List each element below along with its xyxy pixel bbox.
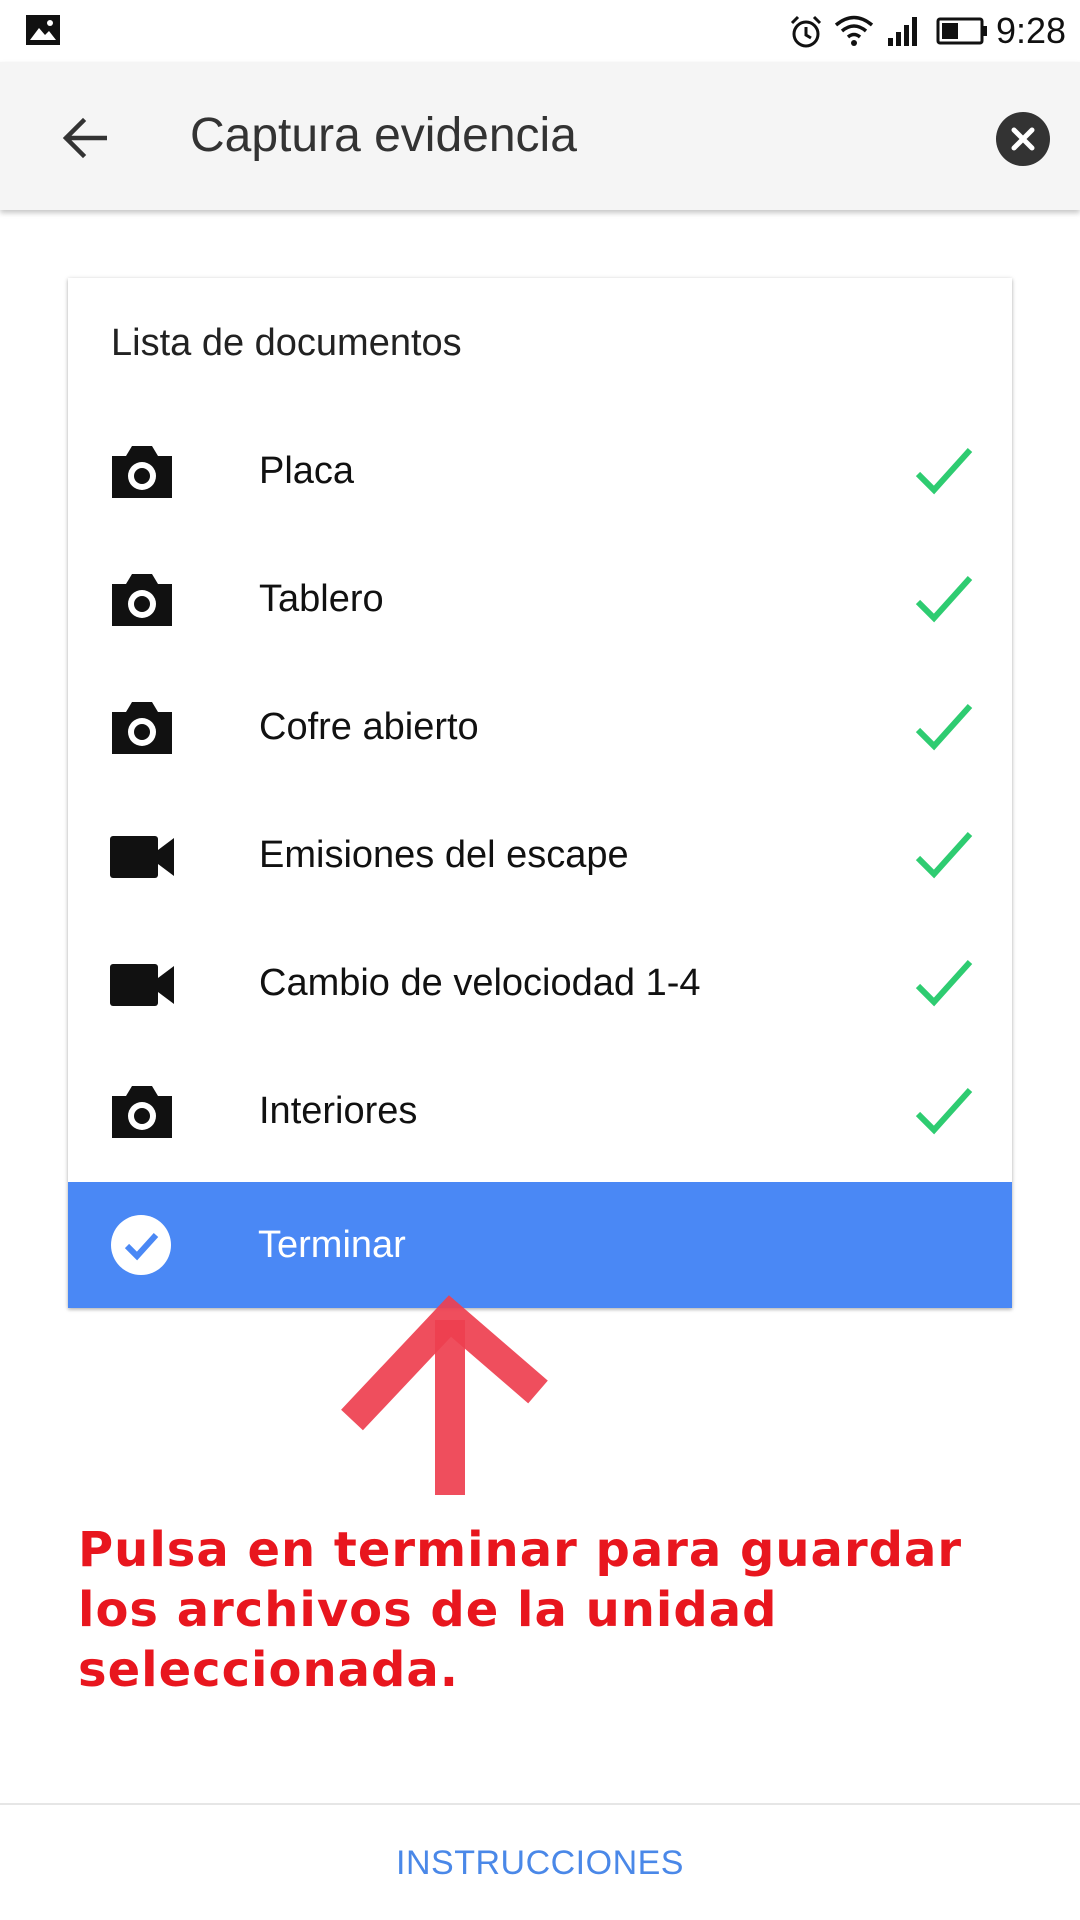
- status-bar: 9:28: [0, 0, 1080, 62]
- alarm-icon: [790, 15, 822, 48]
- check-icon: [915, 959, 973, 1007]
- camera-icon: [112, 702, 172, 754]
- document-item-interiores[interactable]: Interiores: [68, 1048, 1012, 1176]
- document-item-tablero[interactable]: Tablero: [68, 536, 1012, 664]
- video-camera-icon: [110, 836, 174, 878]
- close-button[interactable]: [996, 112, 1050, 166]
- camera-icon: [112, 446, 172, 498]
- camera-icon: [112, 1086, 172, 1138]
- arrow-back-icon: [62, 117, 107, 159]
- status-clock: 9:28: [996, 10, 1067, 51]
- documents-card: Lista de documentos Placa Tablero Cofre …: [68, 278, 1012, 1308]
- close-circle-icon: [996, 112, 1050, 166]
- document-item-label: Interiores: [259, 1090, 418, 1132]
- instructions-button[interactable]: INSTRUCCIONES: [0, 1805, 1080, 1920]
- check-icon: [915, 703, 973, 751]
- finish-label: Terminar: [258, 1224, 406, 1266]
- document-item-cambio-de-velocidad[interactable]: Cambio de velociodad 1-4: [68, 920, 1012, 1048]
- document-item-cofre-abierto[interactable]: Cofre abierto: [68, 664, 1012, 792]
- check-icon: [915, 447, 973, 495]
- document-item-emisiones-del-escape[interactable]: Emisiones del escape: [68, 792, 1012, 920]
- check-icon: [915, 1087, 973, 1135]
- wifi-icon: [834, 15, 874, 46]
- annotation-text: Pulsa en terminar para guardar los archi…: [78, 1522, 963, 1698]
- screen: 9:28 Captura evidencia Lista de document…: [0, 0, 1080, 1920]
- document-item-placa[interactable]: Placa: [68, 408, 1012, 536]
- red-arrow-up-icon: [341, 1295, 548, 1495]
- check-icon: [915, 575, 973, 623]
- card-title: Lista de documentos: [111, 322, 462, 364]
- signal-icon: [888, 17, 917, 46]
- document-item-label: Cofre abierto: [259, 706, 479, 748]
- battery-icon: [936, 17, 987, 45]
- document-item-label: Tablero: [259, 578, 384, 620]
- back-button[interactable]: [52, 106, 116, 170]
- camera-icon: [112, 574, 172, 626]
- video-camera-icon: [110, 964, 174, 1006]
- check-circle-icon: [111, 1215, 171, 1275]
- bottom-bar: INSTRUCCIONES: [0, 1803, 1080, 1920]
- check-icon: [915, 831, 973, 879]
- document-item-label: Placa: [259, 450, 355, 492]
- gallery-icon: [26, 15, 60, 45]
- document-item-label: Cambio de velociodad 1-4: [259, 962, 701, 1004]
- app-bar: Captura evidencia: [0, 62, 1080, 210]
- page-title: Captura evidencia: [190, 109, 577, 162]
- document-item-label: Emisiones del escape: [259, 834, 629, 876]
